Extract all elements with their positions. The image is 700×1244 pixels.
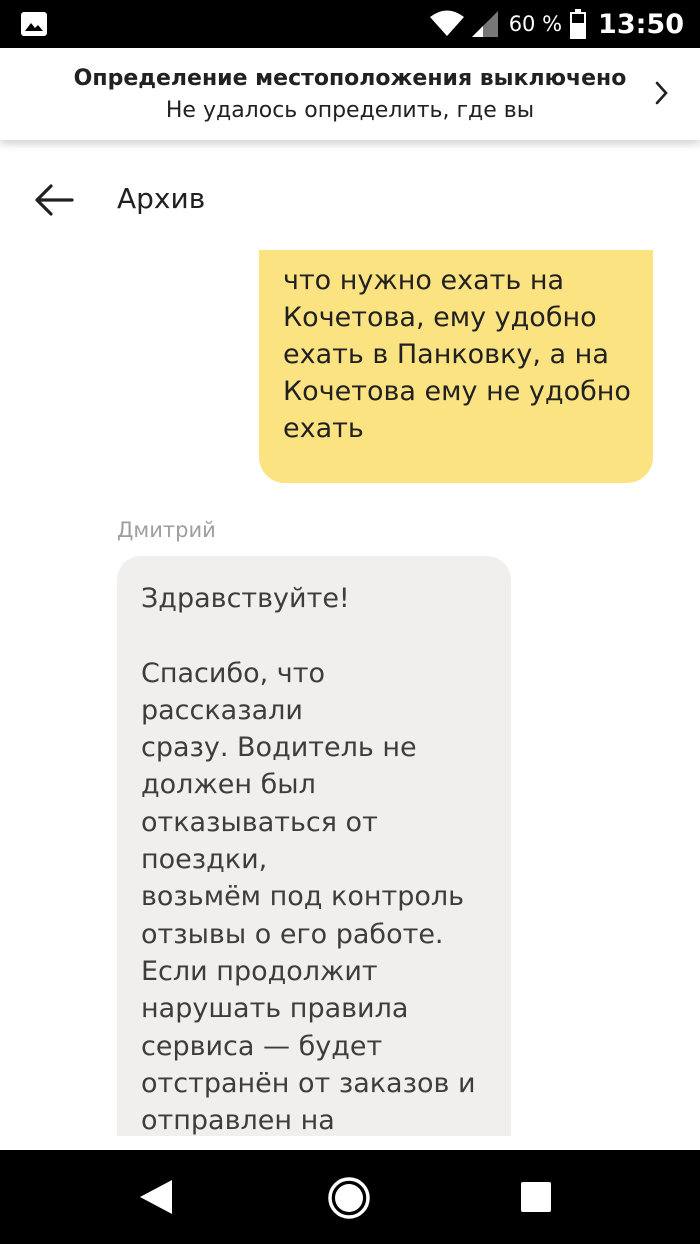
banner-subtitle: Не удалось определить, где вы xyxy=(165,98,535,123)
incoming-message: Здравствуйте! Спасибо, что рассказали ср… xyxy=(117,556,511,1150)
status-bar: 60 % 13:50 xyxy=(0,0,700,48)
nav-recents-icon[interactable] xyxy=(521,1182,551,1212)
chat-header: Архив xyxy=(0,150,700,250)
message-text: что нужно ехать на Кочетова, ему удобно … xyxy=(283,265,631,444)
banner-title: Определение местоположения выключено xyxy=(73,66,627,91)
gallery-icon xyxy=(21,12,47,36)
signal-icon xyxy=(471,11,498,37)
nav-back-icon[interactable] xyxy=(138,1178,174,1216)
message-list[interactable]: что нужно ехать на Кочетова, ему удобно … xyxy=(0,250,700,1150)
page-title: Архив xyxy=(117,182,206,215)
arrow-back-icon[interactable] xyxy=(32,180,76,220)
wifi-icon xyxy=(429,10,464,36)
clock: 13:50 xyxy=(598,8,684,40)
message-text: Здравствуйте! Спасибо, что рассказали ср… xyxy=(141,583,476,1150)
chevron-right-icon xyxy=(655,81,668,105)
battery-icon xyxy=(570,9,587,39)
nav-home-icon[interactable] xyxy=(326,1175,372,1221)
battery-percentage: 60 % xyxy=(508,12,563,36)
location-disabled-banner[interactable]: Определение местоположения выключено Не … xyxy=(0,48,700,140)
sender-name: Дмитрий xyxy=(117,518,216,542)
system-navigation-bar xyxy=(0,1150,700,1244)
outgoing-message: что нужно ехать на Кочетова, ему удобно … xyxy=(259,250,653,483)
